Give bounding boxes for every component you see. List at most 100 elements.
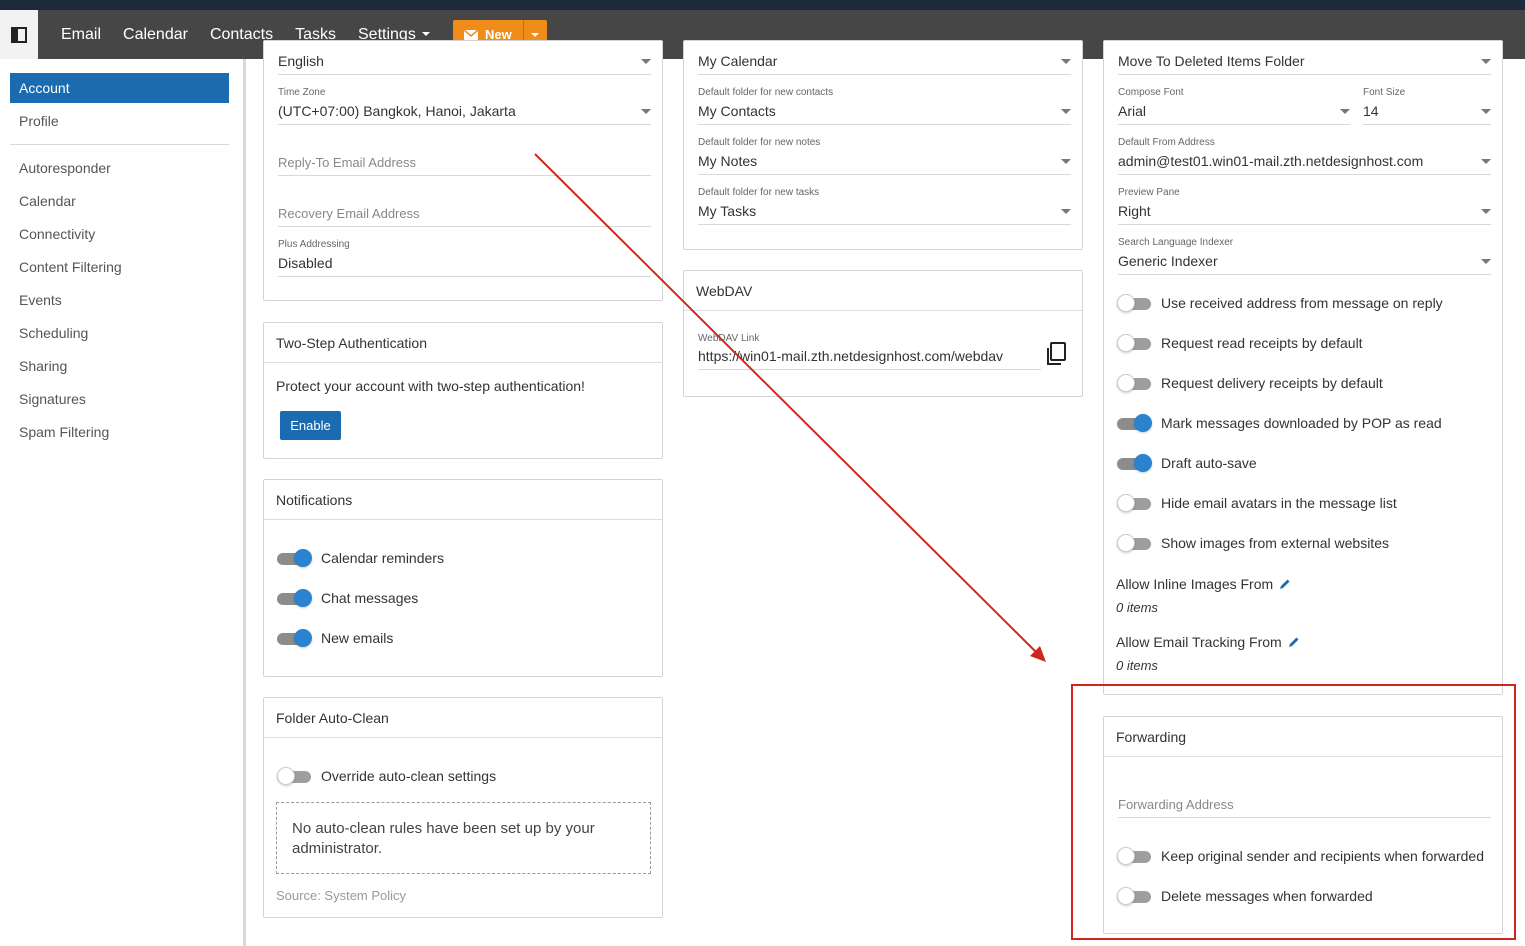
toggle-override-auto-clean[interactable]: Override auto-clean settings xyxy=(277,765,496,787)
chevron-down-icon xyxy=(531,32,540,37)
toggle-switch[interactable] xyxy=(277,629,313,647)
sidebar-item-spam-filtering[interactable]: Spam Filtering xyxy=(10,417,229,447)
enable-two-step-button[interactable]: Enable xyxy=(280,411,341,440)
toggle-hide-avatars[interactable]: Hide email avatars in the message list xyxy=(1117,492,1397,514)
timezone-select[interactable]: Time Zone (UTC+07:00) Bangkok, Hanoi, Ja… xyxy=(278,87,651,125)
default-from-label: Default From Address xyxy=(1118,137,1215,148)
toggle-switch[interactable] xyxy=(1117,294,1153,312)
toggle-switch[interactable] xyxy=(1117,374,1153,392)
toggle-switch[interactable] xyxy=(277,589,313,607)
webdav-link-field[interactable]: WebDAV Link https://win01-mail.zth.netde… xyxy=(698,333,1041,370)
toggle-chat-messages[interactable]: Chat messages xyxy=(277,587,418,609)
edit-pencil-icon[interactable] xyxy=(1279,578,1291,590)
toggle-switch[interactable] xyxy=(1117,454,1153,472)
sidebar-item-sharing[interactable]: Sharing xyxy=(10,351,229,381)
sidebar-item-content-filtering[interactable]: Content Filtering xyxy=(10,252,229,282)
toggle-switch[interactable] xyxy=(277,549,313,567)
two-step-description: Protect your account with two-step authe… xyxy=(276,378,585,394)
toggle-label: Override auto-clean settings xyxy=(321,768,497,784)
toggle-label: Chat messages xyxy=(321,590,419,606)
sidebar-item-events[interactable]: Events xyxy=(10,285,229,315)
preview-pane-value: Right xyxy=(1118,203,1151,219)
notifications-title: Notifications xyxy=(264,480,662,520)
chevron-down-icon xyxy=(1481,259,1491,264)
chevron-down-icon xyxy=(641,109,651,114)
allow-inline-images-title: Allow Inline Images From xyxy=(1116,576,1274,592)
chevron-down-icon xyxy=(1340,109,1350,114)
calendar-folder-select[interactable]: My Calendar xyxy=(698,51,1071,75)
sidebar-item-account[interactable]: Account xyxy=(10,73,229,103)
allow-tracking-count: 0 items xyxy=(1116,658,1158,673)
toggle-switch[interactable] xyxy=(1117,414,1153,432)
toggle-external-images[interactable]: Show images from external websites xyxy=(1117,532,1389,554)
recovery-email-input[interactable]: Recovery Email Address xyxy=(278,191,651,227)
copy-link-button[interactable] xyxy=(1045,342,1067,369)
folder-auto-clean-card: Folder Auto-Clean Override auto-clean se… xyxy=(263,697,663,918)
timezone-value: (UTC+07:00) Bangkok, Hanoi, Jakarta xyxy=(278,103,516,119)
settings-sidebar: Account Profile Autoresponder Calendar C… xyxy=(0,59,246,946)
reply-to-input[interactable]: Reply-To Email Address xyxy=(278,141,651,176)
toggle-switch[interactable] xyxy=(1117,494,1153,512)
chevron-down-icon xyxy=(641,59,651,64)
default-from-select[interactable]: Default From Address admin@test01.win01-… xyxy=(1118,137,1491,175)
toggle-switch[interactable] xyxy=(1117,334,1153,352)
font-size-label: Font Size xyxy=(1363,87,1406,98)
toggle-label: Use received address from message on rep… xyxy=(1161,295,1443,311)
compose-font-select[interactable]: Compose Font Arial xyxy=(1118,87,1350,125)
allow-inline-images-count: 0 items xyxy=(1116,600,1158,615)
toggle-switch[interactable] xyxy=(277,767,313,785)
toggle-delivery-receipts[interactable]: Request delivery receipts by default xyxy=(1117,372,1383,394)
nav-calendar[interactable]: Calendar xyxy=(123,26,188,44)
default-folders-card: My Calendar Default folder for new conta… xyxy=(683,40,1083,250)
allow-tracking-heading: Allow Email Tracking From xyxy=(1116,634,1300,650)
edit-pencil-icon[interactable] xyxy=(1288,636,1300,648)
compose-font-label: Compose Font xyxy=(1118,87,1184,98)
copy-icon xyxy=(1047,342,1066,365)
toggle-label: Draft auto-save xyxy=(1161,455,1257,471)
sidebar-item-scheduling[interactable]: Scheduling xyxy=(10,318,229,348)
chevron-down-icon xyxy=(421,32,430,37)
deleted-items-select[interactable]: Move To Deleted Items Folder xyxy=(1118,51,1491,75)
auto-clean-note: No auto-clean rules have been set up by … xyxy=(276,802,651,874)
toggle-pop-read[interactable]: Mark messages downloaded by POP as read xyxy=(1117,412,1442,434)
allow-tracking-title: Allow Email Tracking From xyxy=(1116,634,1282,650)
sidebar-item-signatures[interactable]: Signatures xyxy=(10,384,229,414)
sidebar-toggle-button[interactable] xyxy=(0,10,38,59)
mail-settings-card: Move To Deleted Items Folder Compose Fon… xyxy=(1103,40,1503,695)
webdav-link-label: WebDAV Link xyxy=(698,333,760,344)
nav-email[interactable]: Email xyxy=(61,26,101,44)
contacts-folder-select[interactable]: Default folder for new contacts My Conta… xyxy=(698,87,1071,125)
sidebar-item-profile[interactable]: Profile xyxy=(10,106,229,136)
toggle-new-emails[interactable]: New emails xyxy=(277,627,393,649)
two-step-card: Two-Step Authentication Protect your acc… xyxy=(263,322,663,459)
tasks-folder-select[interactable]: Default folder for new tasks My Tasks xyxy=(698,187,1071,225)
webdav-title: WebDAV xyxy=(684,271,1082,311)
chevron-down-icon xyxy=(1481,59,1491,64)
toggle-label: Mark messages downloaded by POP as read xyxy=(1161,415,1442,431)
plus-addressing-select[interactable]: Plus Addressing Disabled xyxy=(278,239,651,277)
toggle-label: Request read receipts by default xyxy=(1161,335,1363,351)
default-from-value: admin@test01.win01-mail.zth.netdesignhos… xyxy=(1118,153,1424,169)
chevron-down-icon xyxy=(1061,209,1071,214)
notes-folder-select[interactable]: Default folder for new notes My Notes xyxy=(698,137,1071,175)
language-value: English xyxy=(278,53,324,69)
webdav-link-value: https://win01-mail.zth.netdesignhost.com… xyxy=(698,348,1004,364)
toggle-switch[interactable] xyxy=(1117,534,1153,552)
toggle-calendar-reminders[interactable]: Calendar reminders xyxy=(277,547,444,569)
toggle-use-received-address[interactable]: Use received address from message on rep… xyxy=(1117,292,1443,314)
toggle-label: Hide email avatars in the message list xyxy=(1161,495,1397,511)
font-size-select[interactable]: Font Size 14 xyxy=(1363,87,1491,125)
plus-addressing-value: Disabled xyxy=(278,255,333,271)
sidebar-item-connectivity[interactable]: Connectivity xyxy=(10,219,229,249)
toggle-read-receipts[interactable]: Request read receipts by default xyxy=(1117,332,1363,354)
allow-inline-images-heading: Allow Inline Images From xyxy=(1116,576,1291,592)
sidebar-item-calendar[interactable]: Calendar xyxy=(10,186,229,216)
toggle-draft-autosave[interactable]: Draft auto-save xyxy=(1117,452,1257,474)
auto-clean-title: Folder Auto-Clean xyxy=(264,698,662,738)
plus-addressing-label: Plus Addressing xyxy=(278,239,350,250)
sidebar-item-autoresponder[interactable]: Autoresponder xyxy=(10,153,229,183)
language-select[interactable]: English xyxy=(278,51,651,75)
search-indexer-select[interactable]: Search Language Indexer Generic Indexer xyxy=(1118,237,1491,275)
notes-folder-label: Default folder for new notes xyxy=(698,137,821,148)
preview-pane-select[interactable]: Preview Pane Right xyxy=(1118,187,1491,225)
